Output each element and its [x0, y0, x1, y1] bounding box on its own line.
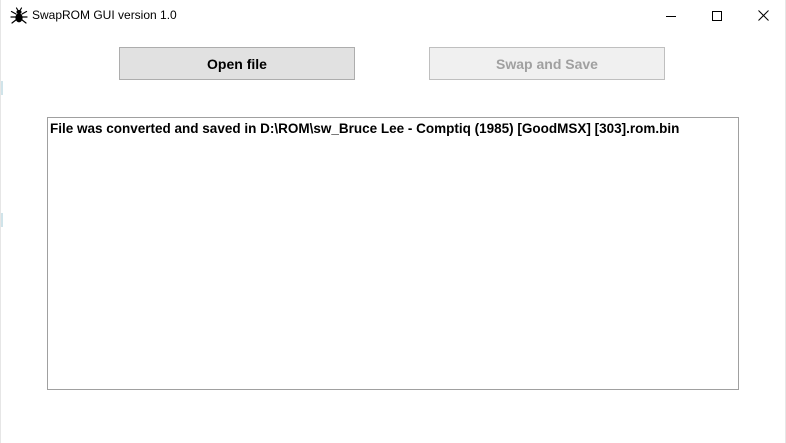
- close-icon: [757, 10, 769, 21]
- maximize-icon: [712, 10, 722, 21]
- close-button[interactable]: [740, 0, 786, 31]
- edge-mark: [1, 81, 3, 95]
- minimize-button[interactable]: [648, 0, 694, 31]
- app-window: SwapROM GUI version 1.0 Open file Swap a…: [0, 0, 786, 443]
- window-title: SwapROM GUI version 1.0: [32, 8, 177, 22]
- title-bar[interactable]: SwapROM GUI version 1.0: [1, 0, 785, 31]
- open-file-button[interactable]: Open file: [119, 47, 355, 80]
- minimize-icon: [666, 11, 676, 21]
- output-textbox[interactable]: File was converted and saved in D:\ROM\s…: [47, 117, 739, 390]
- maximize-button[interactable]: [694, 0, 740, 31]
- swap-and-save-button[interactable]: Swap and Save: [429, 47, 665, 80]
- bug-icon[interactable]: [10, 7, 28, 25]
- log-line: File was converted and saved in D:\ROM\s…: [50, 121, 680, 136]
- edge-mark: [1, 213, 3, 227]
